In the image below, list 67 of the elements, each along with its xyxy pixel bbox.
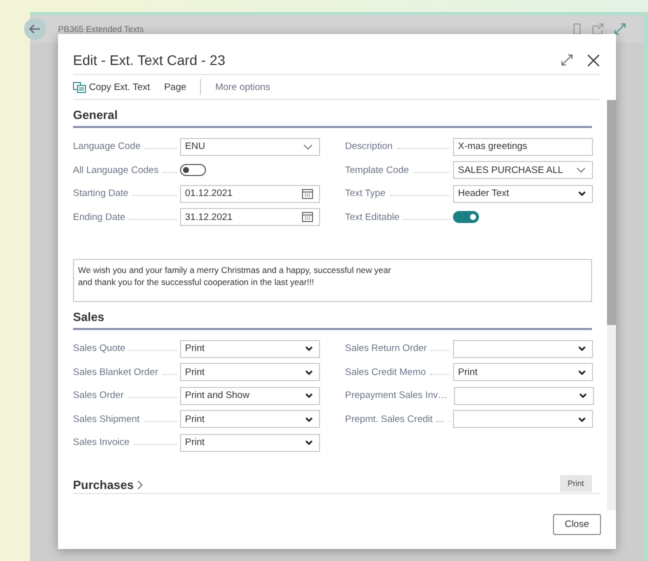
field-label: Starting Date [73, 188, 128, 200]
popout-icon[interactable] [592, 23, 604, 35]
field-label: Language Code [73, 141, 141, 152]
chevron-down-icon [578, 370, 586, 375]
dropdown[interactable]: Print [180, 340, 320, 358]
chevron-down-icon [578, 191, 586, 196]
field-label: Sales Shipment [73, 414, 140, 425]
chevron-right-icon [136, 480, 143, 490]
section-title[interactable]: General [73, 108, 592, 128]
scrollbar-thumb[interactable] [607, 100, 616, 325]
chevron-down-icon [305, 440, 313, 446]
expand-icon[interactable] [614, 23, 626, 35]
field-label: Description [345, 141, 393, 152]
chevron-down-icon [578, 416, 586, 422]
toggle-switch[interactable] [453, 211, 479, 224]
field-label: Text Type [345, 188, 386, 200]
combo-box[interactable]: ENU [180, 138, 320, 156]
chevron-down-icon [578, 346, 586, 352]
scrollbar[interactable] [607, 100, 616, 510]
page-title: PB365 Extended Texts [58, 24, 145, 34]
date-field[interactable]: 01.12.2021 [180, 184, 320, 203]
dropdown[interactable]: Print [453, 363, 593, 382]
dropdown[interactable]: Print [180, 434, 320, 452]
field-label: Template Code [345, 164, 409, 176]
chevron-down-icon [305, 416, 313, 422]
field-label: Sales Blanket Order [73, 366, 158, 378]
dropdown[interactable]: Print and Show [180, 386, 320, 405]
expand-icon[interactable] [561, 54, 573, 66]
section-title[interactable]: Purchases [73, 478, 143, 492]
print-button[interactable]: Print [560, 474, 592, 492]
bookmark-icon[interactable] [572, 23, 582, 35]
calendar-icon [302, 212, 313, 222]
copy-icon [73, 82, 86, 92]
field-label: All Language Codes [73, 164, 159, 176]
back-button[interactable] [24, 18, 46, 40]
field-label: Sales Return Order [345, 343, 427, 354]
toolbar-button[interactable]: More options [215, 82, 270, 92]
field-label: Sales Credit Memo [345, 366, 426, 378]
chevron-down-icon [305, 346, 313, 352]
chevron-down-icon [305, 393, 313, 398]
dropdown[interactable]: Print [180, 410, 320, 428]
toolbar-button[interactable]: Copy Ext. Text [73, 82, 150, 92]
toggle-switch[interactable] [180, 164, 206, 176]
field-label: Sales Invoice [73, 437, 130, 448]
chevron-down-icon [303, 144, 313, 150]
field-label: Sales Order [73, 390, 124, 402]
section-title[interactable]: Sales [73, 310, 592, 330]
chevron-down-icon [579, 393, 588, 398]
date-field[interactable]: 31.12.2021 [180, 208, 320, 226]
combo-box[interactable]: SALES PURCHASE ALL [453, 161, 593, 180]
chevron-down-icon [305, 370, 313, 375]
field-label: Prepmt. Sales Credit … [345, 414, 445, 425]
field-label: Sales Quote [73, 343, 126, 354]
field-label: Text Editable [345, 212, 400, 223]
text-area[interactable]: We wish you and your family a merry Christmas and a happy, successful new year and thank you for the successful cooperation in the last year!!! [73, 259, 592, 302]
calendar-icon [302, 188, 313, 199]
text-field[interactable]: X-mas greetings [453, 138, 593, 156]
chevron-down-icon [576, 167, 586, 174]
field-label: Prepayment Sales Inv… [345, 390, 448, 402]
toolbar-button[interactable]: Page [164, 82, 186, 92]
close-icon[interactable] [587, 54, 600, 66]
close-button[interactable]: Close [552, 514, 601, 535]
field-label: Ending Date [73, 212, 126, 223]
back-arrow-icon [28, 22, 42, 36]
dialog-title: Edit - Ext. Text Card - 23 [73, 52, 226, 68]
dropdown[interactable]: Header Text [453, 184, 593, 203]
dropdown[interactable]: Print [180, 363, 320, 382]
